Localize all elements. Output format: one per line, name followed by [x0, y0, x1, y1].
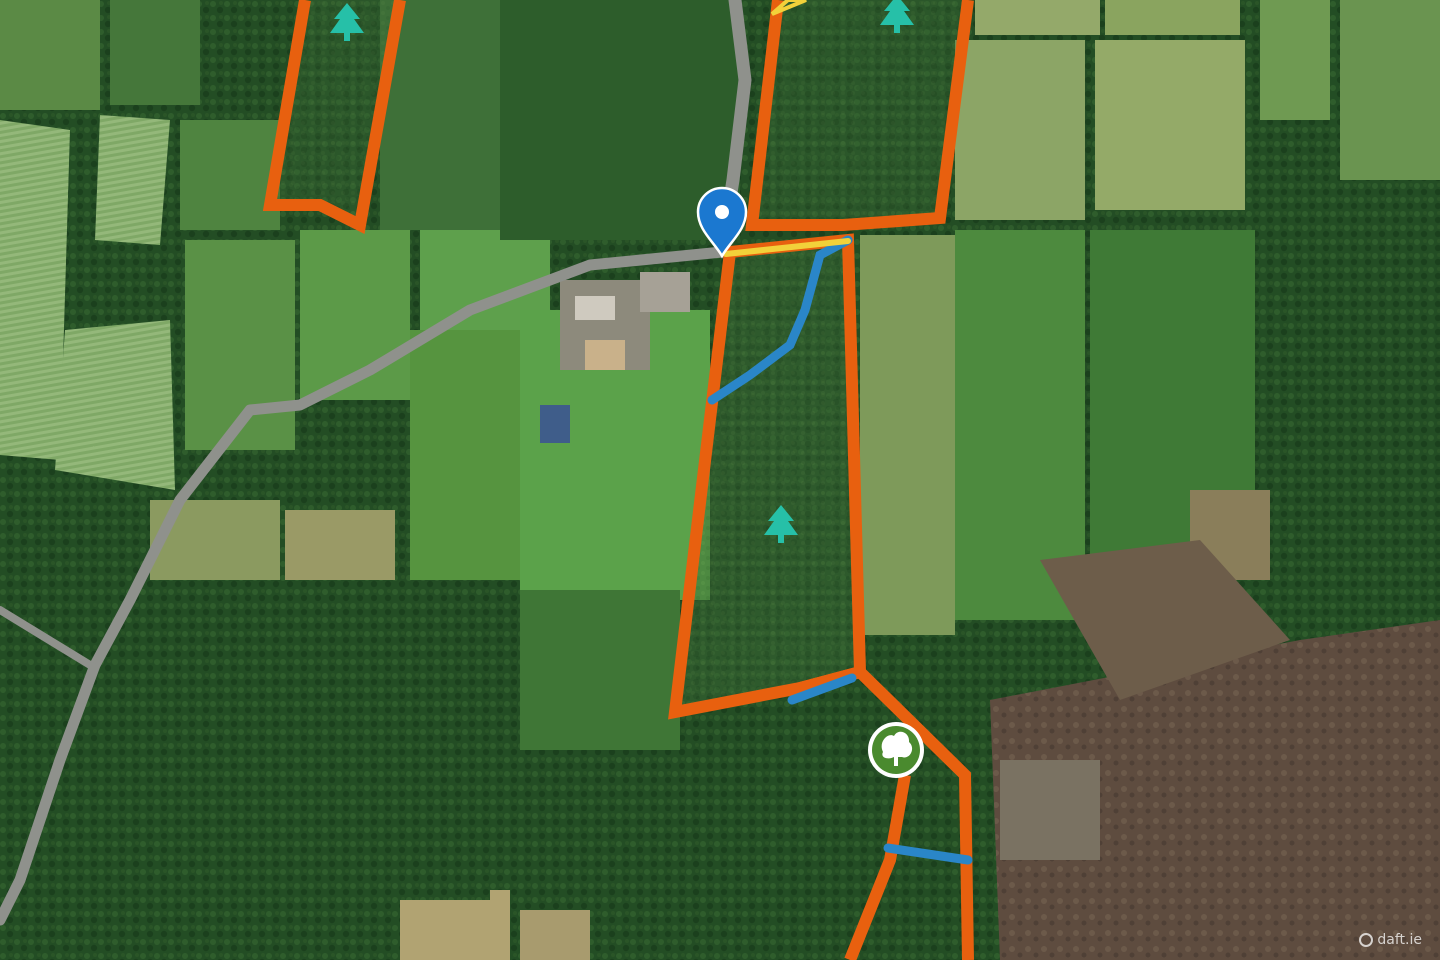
map-canvas: [0, 0, 1440, 960]
boundary-parcel-northeast: [745, 0, 974, 231]
daft-logo-icon: [1359, 933, 1374, 947]
watermark-text: daft.ie: [1377, 932, 1422, 948]
watermark: daft.ie: [1359, 932, 1422, 948]
satellite-map[interactable]: daft.ie: [0, 0, 1440, 960]
tree-icon[interactable]: [868, 722, 924, 778]
